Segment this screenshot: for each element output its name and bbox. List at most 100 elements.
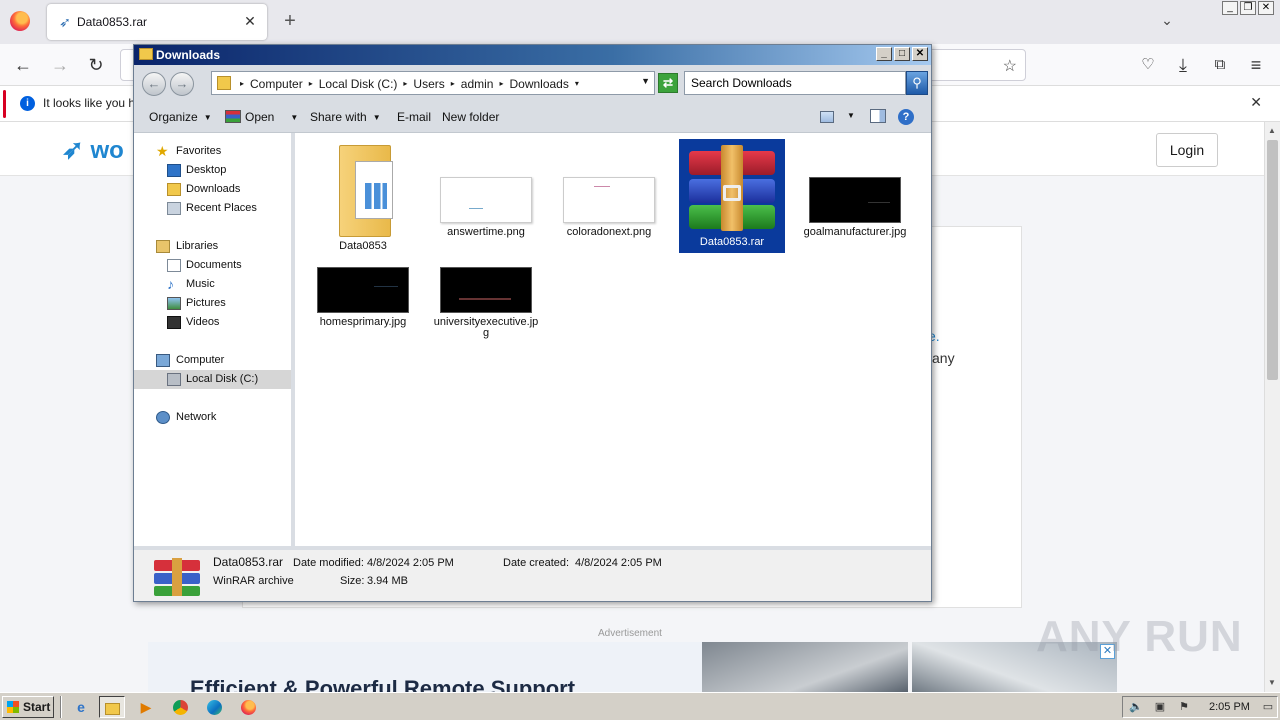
scroll-up-icon[interactable]: ▲	[1268, 126, 1276, 135]
close-tab-icon[interactable]: ✕	[241, 12, 259, 30]
chevron-down-icon[interactable]: ▾	[573, 77, 585, 91]
start-button[interactable]: Start	[2, 696, 54, 718]
back-arrow-icon[interactable]: ←	[12, 54, 34, 76]
firefox-logo-icon[interactable]	[10, 11, 30, 31]
details-pane: Data0853.rar WinRAR archive Date modifie…	[134, 546, 931, 601]
minimize-button[interactable]: _	[1222, 1, 1238, 15]
email-button[interactable]: E-mail	[397, 110, 431, 124]
restore-button[interactable]: ❐	[1240, 1, 1256, 15]
nav-music[interactable]: ♪ Music	[134, 275, 291, 294]
show-desktop-icon[interactable]: ▭	[1261, 700, 1275, 714]
nav-network[interactable]: Network	[134, 408, 291, 427]
desktop-icon	[167, 164, 181, 177]
internet-explorer-icon[interactable]: e	[68, 696, 94, 718]
notice-accent	[3, 90, 6, 118]
nav-downloads[interactable]: Downloads	[134, 180, 291, 199]
new-tab-button[interactable]: +	[280, 10, 300, 32]
chevron-down-icon[interactable]: ⌄	[1158, 12, 1176, 30]
edge-icon[interactable]	[201, 696, 227, 718]
ad-image[interactable]	[702, 642, 908, 692]
view-options-icon[interactable]: ▼	[847, 111, 855, 120]
scroll-thumb[interactable]	[1267, 140, 1278, 380]
media-player-icon[interactable]: ▶	[133, 696, 159, 718]
help-icon[interactable]: ?	[898, 109, 914, 125]
chevron-right-icon[interactable]: ▸	[497, 77, 509, 91]
ad-banner[interactable]: Efficient & Powerful Remote Support	[148, 642, 702, 692]
share-with-button[interactable]: Share with ▼	[310, 110, 381, 124]
navigation-pane: ★ Favorites Desktop Downloads Recent Pla…	[134, 133, 295, 546]
nav-computer-label: Computer	[176, 354, 225, 366]
menu-icon[interactable]: ≡	[1245, 54, 1267, 76]
close-window-button[interactable]: ✕	[912, 47, 928, 61]
explorer-titlebar[interactable]: Downloads _ □ ✕	[134, 45, 931, 65]
refresh-button[interactable]: ⇄	[658, 73, 678, 93]
nav-favorites[interactable]: ★ Favorites	[134, 142, 291, 161]
network-icon[interactable]: ▣	[1153, 700, 1167, 714]
nav-pictures[interactable]: Pictures	[134, 294, 291, 313]
file-item-image[interactable]: goalmanufacturer.jpg	[802, 139, 908, 238]
close-notice-icon[interactable]: ✕	[1250, 94, 1262, 111]
new-folder-button[interactable]: New folder	[442, 110, 499, 124]
site-logo[interactable]: ➶ wo	[62, 134, 124, 165]
nav-recent-places[interactable]: Recent Places	[134, 199, 291, 218]
volume-icon[interactable]: 🔈	[1129, 700, 1143, 714]
search-icon[interactable]: ⚲	[906, 71, 928, 95]
chrome-icon[interactable]	[167, 696, 193, 718]
chevron-right-icon[interactable]: ▸	[238, 77, 250, 91]
forward-arrow-icon[interactable]: →	[49, 54, 71, 76]
forward-button[interactable]: →	[170, 72, 194, 96]
explorer-taskbar-button[interactable]	[99, 696, 125, 718]
ad-headline: Efficient & Powerful Remote Support	[190, 676, 576, 692]
file-item-image[interactable]: coloradonext.png	[556, 139, 662, 238]
search-input[interactable]	[685, 72, 905, 94]
taskbar-separator	[60, 696, 62, 718]
nav-documents[interactable]: Documents	[134, 256, 291, 275]
pocket-icon[interactable]: ♡	[1137, 54, 1159, 76]
page-scrollbar[interactable]: ▲ ▼	[1264, 122, 1280, 692]
organize-button[interactable]: Organize ▼	[149, 110, 212, 124]
preview-pane-icon[interactable]	[870, 109, 886, 123]
scroll-down-icon[interactable]: ▼	[1268, 678, 1276, 687]
firefox-icon[interactable]	[235, 696, 261, 718]
file-item-archive[interactable]: Data0853.rar	[679, 139, 785, 253]
breadcrumb-admin[interactable]: admin	[461, 77, 498, 91]
chevron-right-icon[interactable]: ▸	[449, 77, 461, 91]
page-text: any	[932, 350, 955, 366]
breadcrumb[interactable]: ▸ Computer ▸ Local Disk (C:) ▸ Users ▸ a…	[211, 71, 655, 95]
nav-libraries[interactable]: Libraries	[134, 237, 291, 256]
file-item-folder[interactable]: Data0853	[310, 139, 416, 252]
breadcrumb-users[interactable]: Users	[413, 77, 448, 91]
network-icon	[156, 411, 170, 424]
breadcrumb-downloads[interactable]: Downloads	[509, 77, 572, 91]
nav-videos[interactable]: Videos	[134, 313, 291, 332]
file-item-image[interactable]: universityexecutive.jpg	[433, 263, 539, 339]
login-button[interactable]: Login	[1156, 133, 1218, 167]
download-icon[interactable]: ⤓	[1172, 54, 1194, 76]
path-dropdown-icon[interactable]: ▼	[641, 76, 650, 86]
nav-computer[interactable]: Computer	[134, 351, 291, 370]
breadcrumb-local-disk[interactable]: Local Disk (C:)	[319, 77, 402, 91]
extensions-icon[interactable]: ⧉	[1209, 54, 1231, 76]
file-item-image[interactable]: homesprimary.jpg	[310, 263, 416, 328]
clock[interactable]: 2:05 PM	[1209, 701, 1250, 713]
reload-icon[interactable]: ↻	[85, 54, 107, 76]
browser-tab[interactable]: ➶ Data0853.rar ✕	[47, 4, 267, 40]
chevron-right-icon[interactable]: ▸	[401, 77, 413, 91]
file-item-image[interactable]: answertime.png	[433, 139, 539, 238]
nav-desktop[interactable]: Desktop	[134, 161, 291, 180]
image-thumbnail-icon	[440, 267, 532, 313]
maximize-button[interactable]: □	[894, 47, 910, 61]
breadcrumb-computer[interactable]: Computer	[250, 77, 307, 91]
back-button[interactable]: ←	[142, 72, 166, 96]
minimize-button[interactable]: _	[876, 47, 892, 61]
open-button[interactable]: Open ▼	[225, 110, 298, 124]
change-view-icon[interactable]	[820, 111, 834, 123]
nav-documents-label: Documents	[186, 259, 242, 271]
nav-local-disk[interactable]: Local Disk (C:)	[134, 370, 291, 389]
search-box[interactable]	[684, 71, 906, 95]
bookmark-star-icon[interactable]: ☆	[1003, 56, 1017, 76]
close-window-button[interactable]: ✕	[1258, 1, 1274, 15]
chevron-right-icon[interactable]: ▸	[307, 77, 319, 91]
flag-icon[interactable]: ⚑	[1177, 700, 1191, 714]
rocket-icon: ➶	[59, 14, 71, 30]
